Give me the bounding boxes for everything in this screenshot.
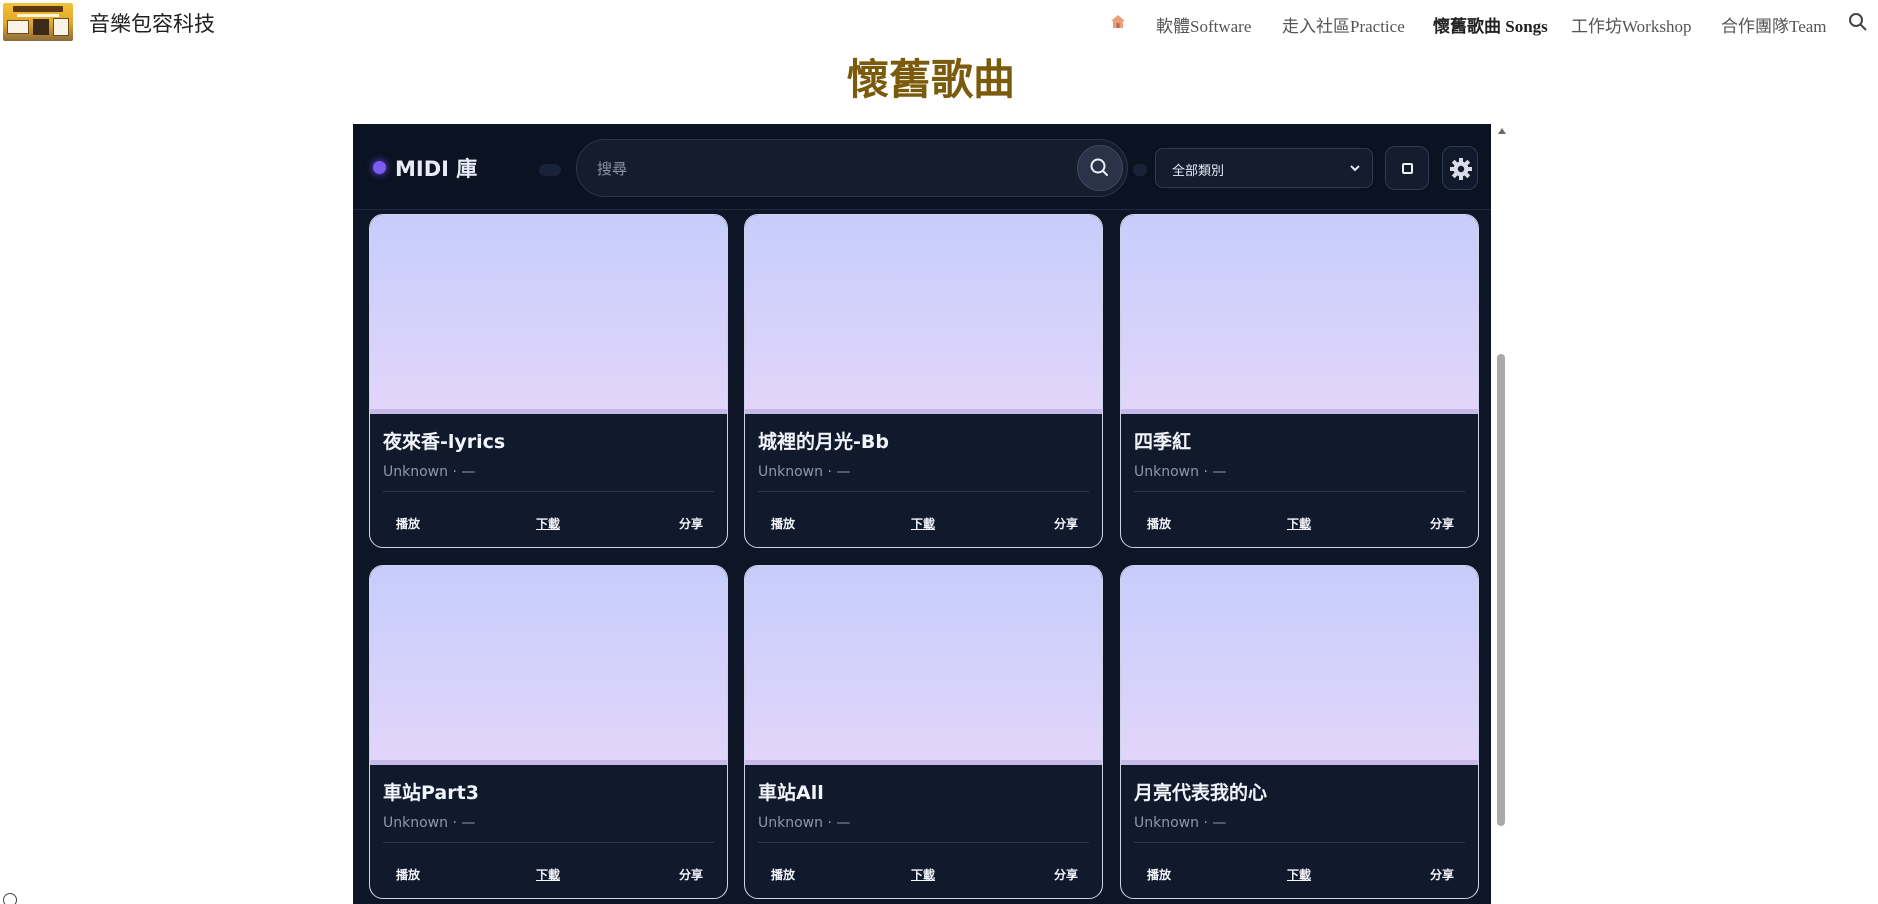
- play-button[interactable]: 播放: [771, 866, 795, 883]
- song-title: 月亮代表我的心: [1134, 782, 1268, 804]
- download-link[interactable]: 下載: [1287, 866, 1311, 883]
- download-link[interactable]: 下載: [911, 866, 935, 883]
- song-meta: Unknown · —: [1134, 815, 1227, 831]
- song-card[interactable]: 車站All Unknown · — 播放 下載 分享: [744, 565, 1103, 899]
- download-link[interactable]: 下載: [536, 515, 560, 532]
- song-artwork: [1121, 566, 1478, 764]
- song-artwork: [370, 215, 727, 413]
- settings-button[interactable]: [1442, 146, 1478, 190]
- toolbar-placeholder: [1133, 164, 1147, 176]
- category-select-value: 全部類別: [1172, 164, 1225, 179]
- main-nav: 軟體Software 走入社區Practice 懷舊歌曲 Songs 工作坊Wo…: [1078, 12, 1878, 37]
- download-link[interactable]: 下載: [536, 866, 560, 883]
- play-button[interactable]: 播放: [396, 515, 420, 532]
- search-button[interactable]: [1077, 145, 1123, 191]
- nav-workshop[interactable]: 工作坊Workshop: [1571, 12, 1691, 37]
- nav-team[interactable]: 合作團隊Team: [1721, 12, 1827, 37]
- song-title: 夜來香-lyrics: [383, 431, 506, 453]
- play-button[interactable]: 播放: [1147, 866, 1171, 883]
- play-button[interactable]: 播放: [1147, 515, 1171, 532]
- share-button[interactable]: 分享: [679, 515, 703, 532]
- song-artwork: [1121, 215, 1478, 413]
- song-title: 城裡的月光-Bb: [758, 431, 889, 453]
- gear-icon: [1450, 158, 1472, 180]
- song-meta: Unknown · —: [758, 464, 851, 480]
- midi-library-app: MIDI 庫 全部類別: [353, 124, 1491, 904]
- category-select[interactable]: 全部類別: [1155, 148, 1373, 188]
- share-button[interactable]: 分享: [1430, 866, 1454, 883]
- nav-songs[interactable]: 懷舊歌曲 Songs: [1433, 12, 1548, 37]
- play-button[interactable]: 播放: [771, 515, 795, 532]
- song-card[interactable]: 月亮代表我的心 Unknown · — 播放 下載 分享: [1120, 565, 1479, 899]
- song-artwork: [745, 566, 1102, 764]
- play-button[interactable]: 播放: [396, 866, 420, 883]
- song-card[interactable]: 車站Part3 Unknown · — 播放 下載 分享: [369, 565, 728, 899]
- site-logo[interactable]: [3, 3, 73, 41]
- song-title: 車站Part3: [383, 782, 479, 804]
- share-button[interactable]: 分享: [1054, 515, 1078, 532]
- chevron-down-icon: [1350, 165, 1360, 172]
- info-icon[interactable]: [3, 893, 17, 904]
- song-meta: Unknown · —: [383, 464, 476, 480]
- share-button[interactable]: 分享: [1054, 866, 1078, 883]
- download-link[interactable]: 下載: [911, 515, 935, 532]
- site-header: 音樂包容科技 軟體Software 走入社區Practice 懷舊歌曲 Song…: [0, 0, 1878, 46]
- song-meta: Unknown · —: [383, 815, 476, 831]
- song-meta: Unknown · —: [758, 815, 851, 831]
- toolbar-placeholder: [539, 164, 561, 176]
- app-scrollbar[interactable]: [1495, 124, 1508, 904]
- share-button[interactable]: 分享: [1430, 515, 1454, 532]
- song-card[interactable]: 夜來香-lyrics Unknown · — 播放 下載 分享: [369, 214, 728, 548]
- brand-status-dot: [373, 161, 386, 174]
- song-meta: Unknown · —: [1134, 464, 1227, 480]
- song-title: 車站All: [758, 782, 824, 804]
- song-artwork: [370, 566, 727, 764]
- search-input[interactable]: [597, 154, 1067, 184]
- song-title: 四季紅: [1134, 431, 1192, 453]
- share-button[interactable]: 分享: [679, 866, 703, 883]
- song-card[interactable]: 四季紅 Unknown · — 播放 下載 分享: [1120, 214, 1479, 548]
- nav-practice[interactable]: 走入社區Practice: [1282, 12, 1405, 37]
- app-brand: MIDI 庫: [395, 157, 478, 181]
- search-bar: [576, 139, 1128, 197]
- site-title[interactable]: 音樂包容科技: [89, 8, 215, 38]
- song-card[interactable]: 城裡的月光-Bb Unknown · — 播放 下載 分享: [744, 214, 1103, 548]
- app-toolbar: MIDI 庫 全部類別: [353, 124, 1491, 210]
- stop-icon: [1402, 163, 1413, 174]
- scroll-up-arrow[interactable]: [1498, 128, 1506, 134]
- nav-software[interactable]: 軟體Software: [1156, 12, 1251, 37]
- download-link[interactable]: 下載: [1287, 515, 1311, 532]
- song-artwork: [745, 215, 1102, 413]
- home-icon[interactable]: [1110, 14, 1126, 29]
- stop-button[interactable]: [1385, 146, 1429, 190]
- page-title: 懷舊歌曲: [846, 55, 1015, 104]
- site-search-icon[interactable]: [1848, 12, 1868, 32]
- scroll-thumb[interactable]: [1497, 354, 1505, 826]
- search-icon: [1090, 158, 1108, 176]
